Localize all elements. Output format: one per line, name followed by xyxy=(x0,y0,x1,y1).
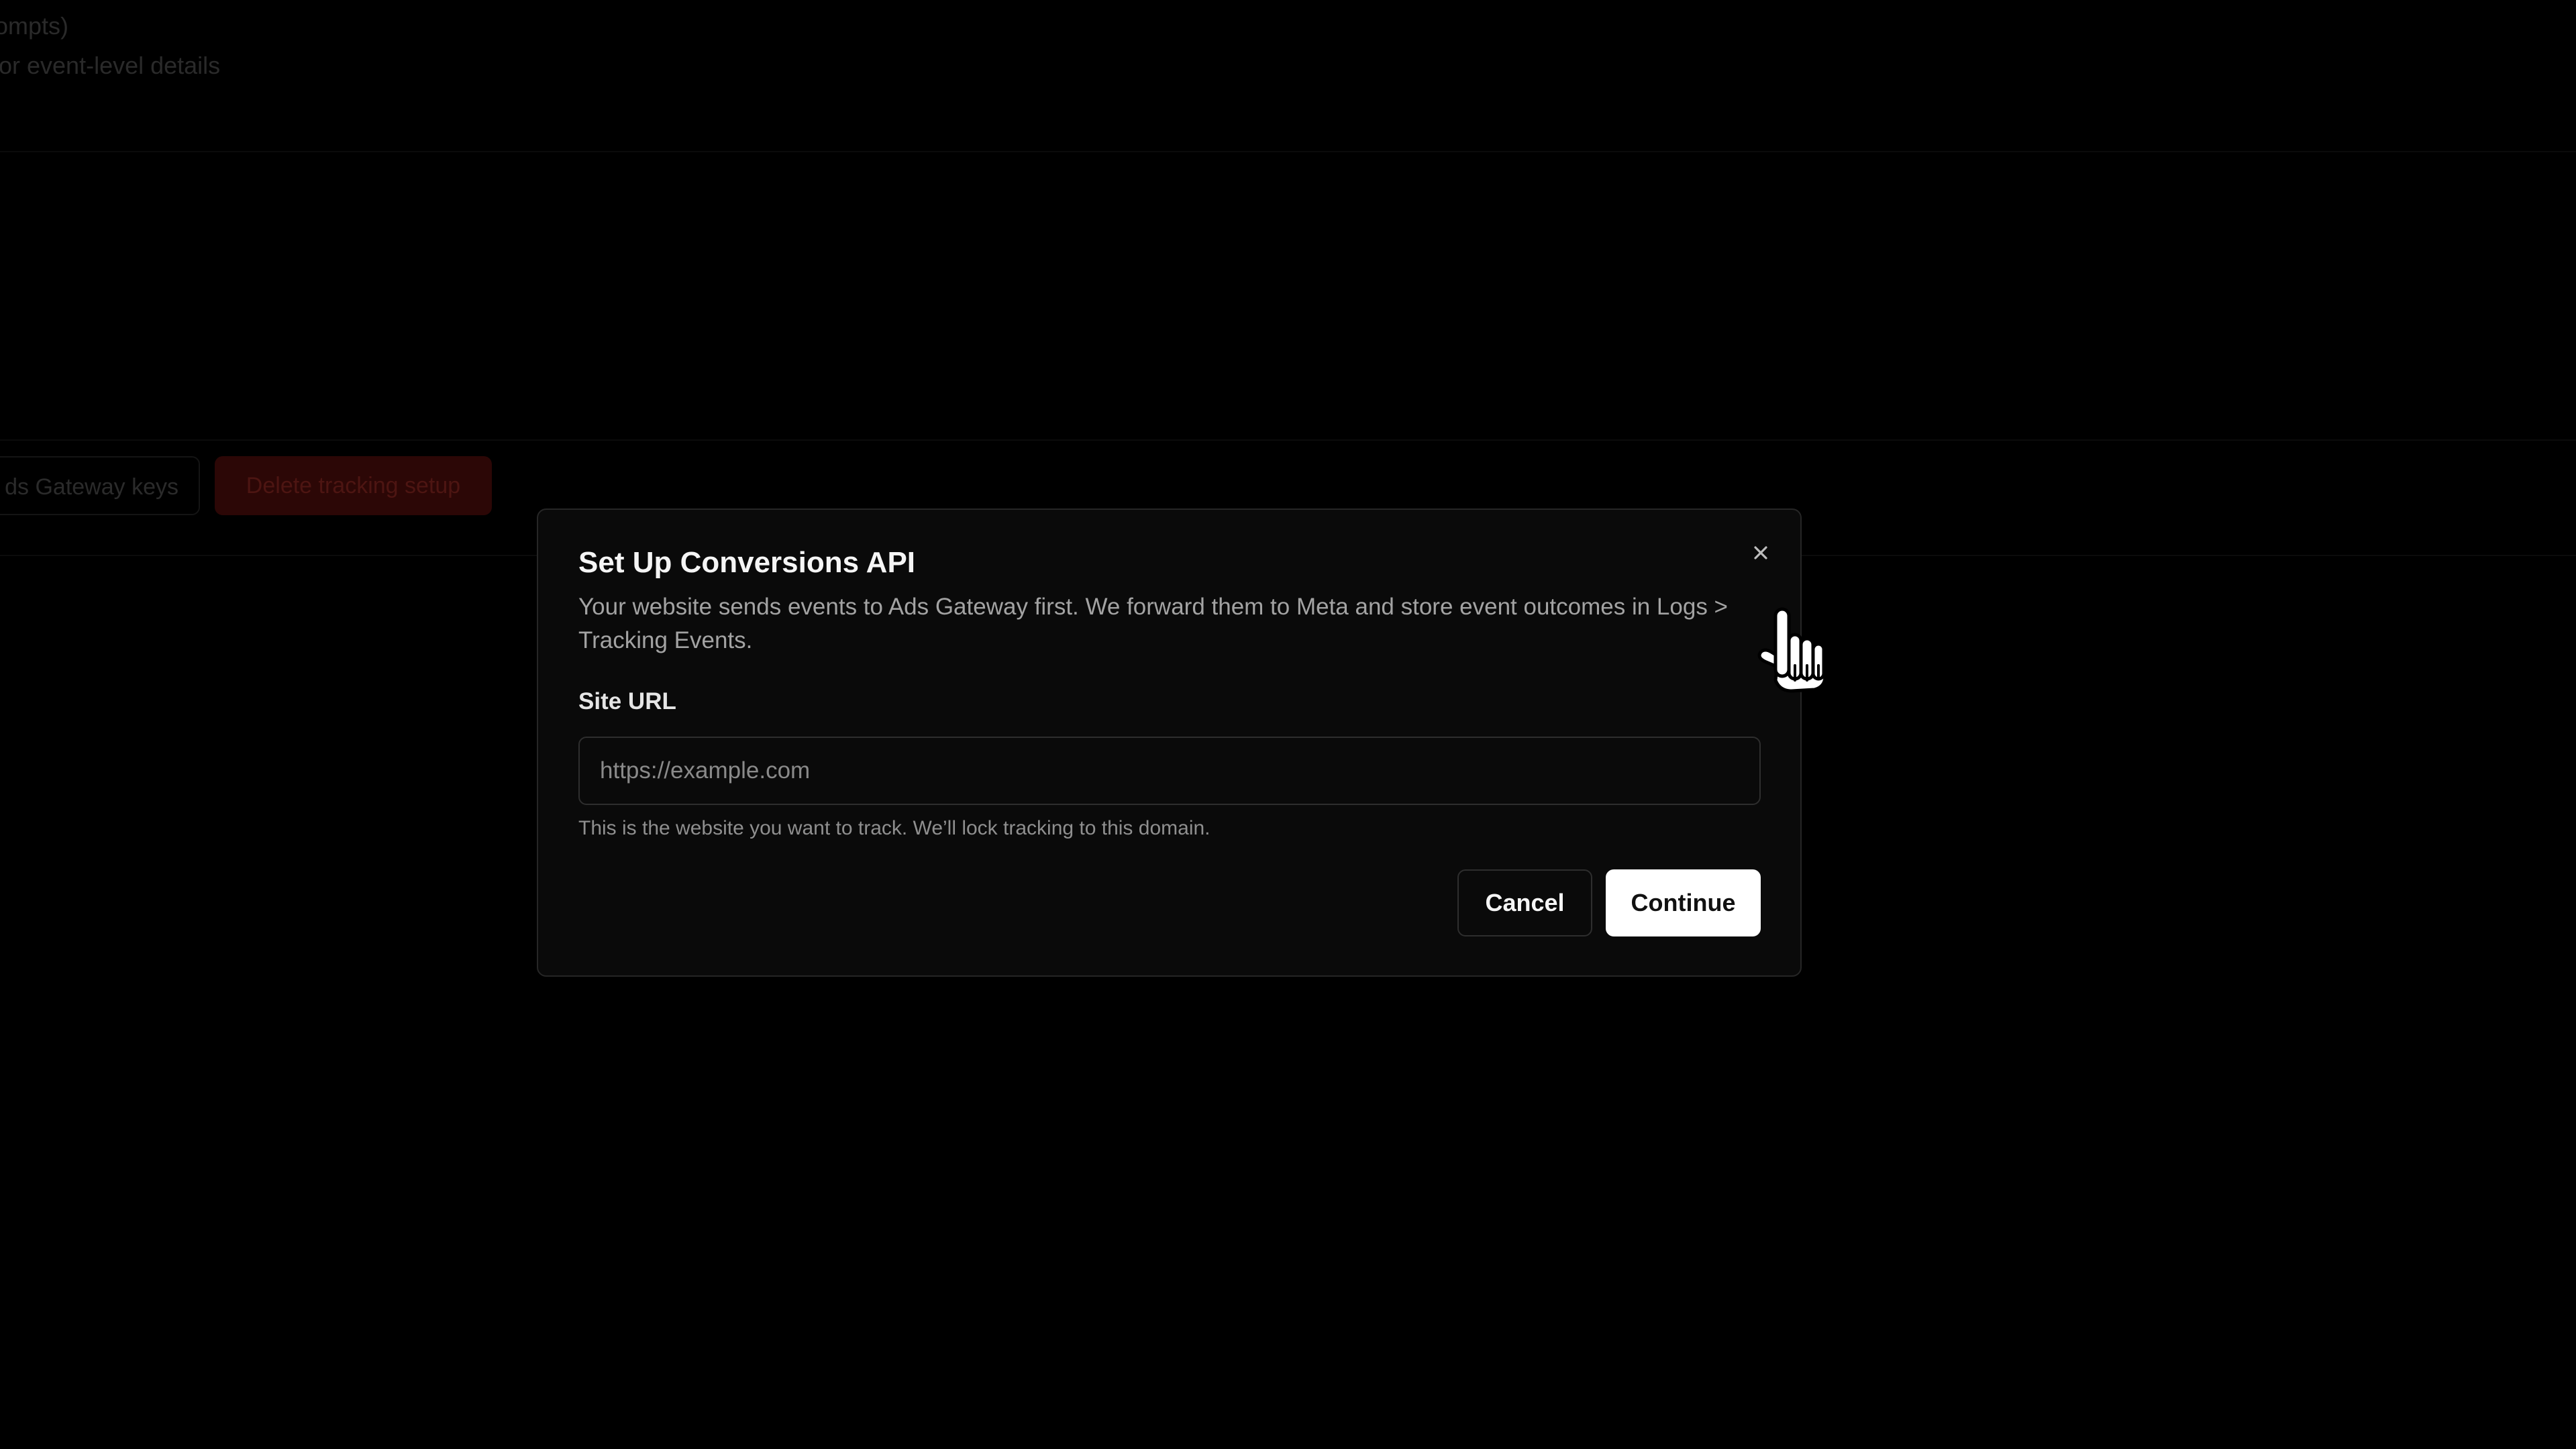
site-url-helper-text: This is the website you want to track. W… xyxy=(578,817,1210,839)
cancel-button[interactable]: Cancel xyxy=(1457,869,1592,936)
background-divider xyxy=(0,439,2576,441)
close-icon xyxy=(1754,546,1767,559)
ads-gateway-keys-button: ds Gateway keys xyxy=(0,456,200,515)
site-url-label: Site URL xyxy=(578,688,676,714)
delete-tracking-setup-button: Delete tracking setup xyxy=(215,456,492,515)
background-text-line: s for event-level details xyxy=(0,52,221,79)
background-divider xyxy=(0,151,2576,152)
continue-button[interactable]: Continue xyxy=(1606,869,1761,936)
close-button[interactable] xyxy=(1746,538,1775,568)
app-page: prompts) s for event-level details ds Ga… xyxy=(0,0,2576,1449)
site-url-input[interactable] xyxy=(578,737,1761,805)
setup-conversions-api-dialog: Set Up Conversions API Your website send… xyxy=(537,508,1802,977)
dialog-description: Your website sends events to Ads Gateway… xyxy=(578,594,1728,653)
background-text-line: prompts) xyxy=(0,12,69,40)
dialog-title: Set Up Conversions API xyxy=(578,546,916,579)
